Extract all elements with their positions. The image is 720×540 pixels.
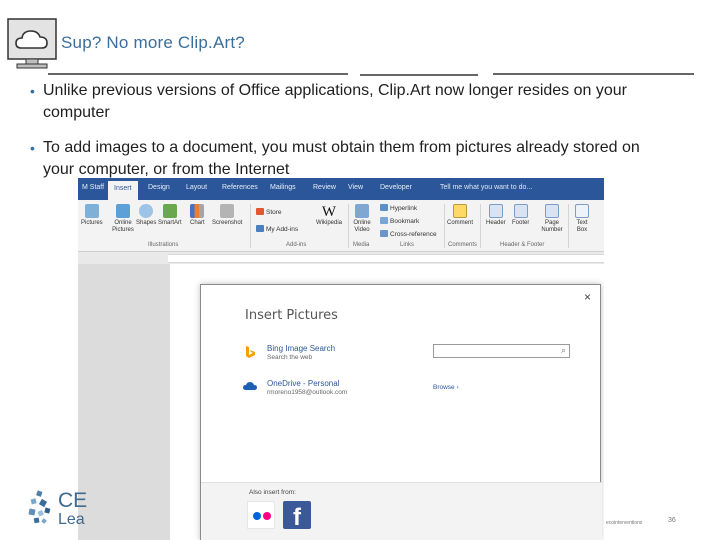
- smartart-button[interactable]: SmartArt: [158, 204, 182, 227]
- group-addins: Add-ins: [286, 242, 307, 248]
- insert-pictures-dialog: × Insert Pictures Bing Image Search Sear…: [200, 284, 602, 540]
- screenshot-button[interactable]: Screenshot: [212, 204, 242, 227]
- chart-icon: [190, 204, 205, 218]
- group-media: Media: [353, 242, 370, 248]
- onedrive-account: rmoreno1958@outlook.com: [267, 389, 348, 396]
- header-icon: [488, 204, 503, 218]
- logo-text: CE: [58, 489, 88, 512]
- bullet-text: To add images to a document, you must ob…: [43, 139, 640, 178]
- also-insert-label: Also insert from:: [249, 489, 296, 496]
- group-comments: Comments: [448, 242, 478, 248]
- tab-developer[interactable]: Developer: [380, 184, 412, 191]
- pictures-button[interactable]: Pictures: [81, 204, 103, 227]
- tab-layout[interactable]: Layout: [186, 184, 207, 191]
- also-insert-bar: Also insert from: f: [201, 482, 602, 540]
- logo-subtext: Lea: [58, 511, 85, 528]
- ribbon-separator: [250, 204, 251, 248]
- tab-review[interactable]: Review: [313, 184, 336, 191]
- tab-design[interactable]: Design: [148, 184, 170, 191]
- title-underline: [48, 73, 694, 76]
- tab-references[interactable]: References: [222, 184, 258, 191]
- search-icon: ⌕: [560, 345, 566, 355]
- hyperlink-icon: [380, 204, 388, 211]
- bullet-item: • Unlike previous versions of Office app…: [30, 80, 680, 124]
- tab-mailings[interactable]: Mailings: [270, 184, 296, 191]
- browse-link[interactable]: Browse ›: [433, 384, 459, 391]
- hyperlink-button[interactable]: Hyperlink: [380, 204, 417, 212]
- cloud-computer-icon: [7, 18, 57, 69]
- store-icon: [256, 208, 264, 215]
- horizontal-ruler: [168, 254, 604, 263]
- comment-button[interactable]: Comment: [447, 204, 473, 227]
- cross-reference-icon: [380, 230, 388, 237]
- ribbon-tab-bar: M Staff Insert Design Layout References …: [78, 178, 604, 200]
- ribbon-separator: [348, 204, 349, 248]
- chart-button[interactable]: Chart: [190, 204, 205, 227]
- bullet-text: Unlike previous versions of Office appli…: [43, 82, 627, 121]
- cross-reference-button[interactable]: Cross-reference: [380, 230, 437, 238]
- bookmark-button[interactable]: Bookmark: [380, 217, 419, 225]
- shapes-icon: [139, 204, 154, 218]
- close-icon[interactable]: ×: [584, 290, 591, 304]
- bullet-dot: •: [30, 83, 35, 99]
- group-links: Links: [400, 242, 415, 248]
- pictures-icon: [84, 204, 99, 218]
- tell-me-box[interactable]: Tell me what you want to do...: [440, 184, 532, 191]
- tab-m-staff[interactable]: M Staff: [82, 184, 104, 191]
- bing-subtitle: Search the web: [267, 354, 313, 361]
- onedrive-icon: [243, 382, 257, 390]
- dialog-title: Insert Pictures: [245, 308, 338, 323]
- page-number-button[interactable]: Page Number: [540, 204, 564, 234]
- text-box-icon: [575, 204, 589, 218]
- ce-logo-icon: [28, 490, 51, 524]
- footer-button[interactable]: Footer: [512, 204, 529, 227]
- wikipedia-button[interactable]: W Wikipedia: [316, 204, 342, 227]
- footer-note: ecointerventions: [606, 520, 643, 526]
- header-button[interactable]: Header: [486, 204, 506, 227]
- my-addins-icon: [256, 225, 264, 232]
- footer-icon: [513, 204, 528, 218]
- tab-view[interactable]: View: [348, 184, 363, 191]
- flickr-icon[interactable]: [247, 501, 275, 529]
- bullet-item: • To add images to a document, you must …: [30, 137, 670, 181]
- store-button[interactable]: Store: [256, 208, 282, 216]
- comment-icon: [453, 204, 467, 218]
- online-pictures-button[interactable]: Online Pictures: [109, 204, 137, 234]
- group-header-footer: Header & Footer: [500, 242, 545, 248]
- smartart-icon: [162, 204, 177, 218]
- bing-search-input[interactable]: ⌕: [433, 344, 570, 358]
- text-box-button[interactable]: Text Box: [572, 204, 592, 234]
- ribbon-separator: [444, 204, 445, 248]
- bing-icon: [246, 346, 255, 358]
- document-margin: [78, 264, 170, 540]
- my-addins-button[interactable]: My Add-ins: [256, 225, 298, 233]
- group-illustrations: Illustrations: [148, 242, 179, 248]
- bing-image-search-link[interactable]: Bing Image Search: [267, 344, 335, 353]
- tab-insert[interactable]: Insert: [108, 181, 138, 200]
- ribbon-separator: [480, 204, 481, 248]
- word-screenshot: M Staff Insert Design Layout References …: [78, 178, 604, 540]
- video-icon: [355, 204, 369, 218]
- page-number-icon: [545, 204, 559, 218]
- page-number: 36: [668, 517, 676, 524]
- slide-title: Sup? No more Clip.Art?: [61, 33, 245, 52]
- online-video-button[interactable]: Online Video: [351, 204, 373, 234]
- online-pictures-icon: [116, 204, 130, 218]
- bookmark-icon: [380, 217, 388, 224]
- shapes-button[interactable]: Shapes: [136, 204, 156, 227]
- screenshot-icon: [220, 204, 235, 218]
- facebook-icon[interactable]: f: [283, 501, 311, 529]
- wikipedia-icon: W: [321, 204, 337, 220]
- bullet-dot: •: [30, 140, 35, 156]
- onedrive-personal-link[interactable]: OneDrive - Personal: [267, 379, 339, 388]
- ribbon-separator: [568, 204, 569, 248]
